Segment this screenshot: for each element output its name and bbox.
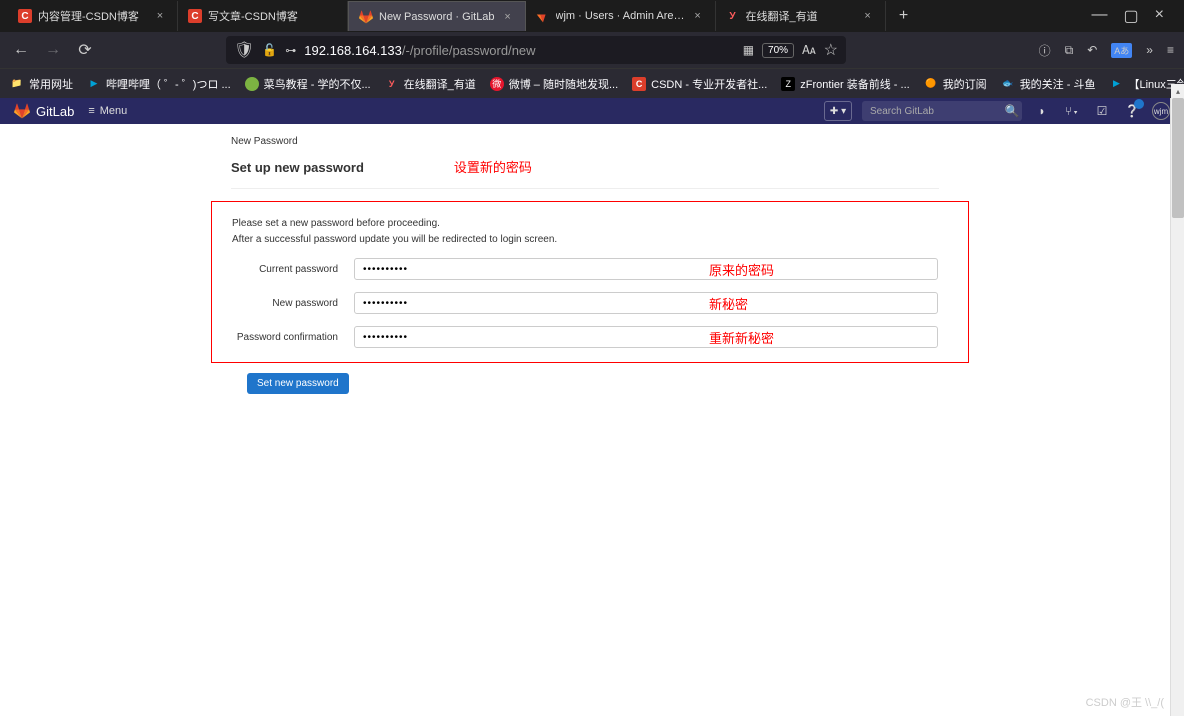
bookmark-star-icon[interactable]: ☆ bbox=[824, 40, 838, 60]
new-password-input[interactable] bbox=[354, 292, 938, 314]
browser-tab-active[interactable]: New Password · GitLab × bbox=[348, 1, 526, 31]
favicon-csdn: C bbox=[18, 9, 32, 23]
zoom-level[interactable]: 70% bbox=[762, 43, 794, 58]
bookmark-item[interactable]: 🟠我的订阅 bbox=[924, 76, 987, 92]
app-menu-icon[interactable]: ≡ bbox=[1167, 43, 1174, 57]
extension-icon[interactable]: ⧉ bbox=[1065, 43, 1074, 58]
maximize-button[interactable]: ▢ bbox=[1124, 6, 1139, 26]
tab-strip: C 内容管理-CSDN博客 × C 写文章-CSDN博客 New Passwor… bbox=[0, 0, 1184, 32]
close-icon[interactable]: × bbox=[153, 10, 167, 22]
new-password-label: New password bbox=[232, 298, 354, 309]
favicon-gitlab bbox=[359, 10, 373, 24]
current-password-label: Current password bbox=[232, 264, 354, 275]
back-button[interactable]: ← bbox=[10, 39, 32, 61]
bookmarks-bar: 📁常用网址 ▶哔哩哔哩（ ゜- ゜)つロ ... 菜鸟教程 - 学的不仅... … bbox=[0, 68, 1184, 98]
favicon-gitlab bbox=[536, 9, 550, 23]
new-tab-button[interactable]: + bbox=[892, 4, 916, 28]
bookmark-item[interactable]: 📁常用网址 bbox=[10, 76, 73, 92]
annotation-title: 设置新的密码 bbox=[454, 157, 532, 176]
new-dropdown-button[interactable]: ✚ ▾ bbox=[824, 101, 852, 121]
help-icon[interactable]: ❔ bbox=[1122, 101, 1142, 121]
forward-button[interactable]: → bbox=[42, 39, 64, 61]
browser-tab[interactable]: C 写文章-CSDN博客 bbox=[178, 1, 348, 31]
window-controls: — ▢ × bbox=[1092, 6, 1176, 26]
browser-tab[interactable]: wjm · Users · Admin Area · GitLab × bbox=[526, 1, 716, 31]
bookmark-item[interactable]: 菜鸟教程 - 学的不仅... bbox=[245, 76, 371, 92]
search-icon[interactable]: 🔍 bbox=[1002, 101, 1022, 121]
translate-icon[interactable]: 🗛 bbox=[802, 43, 816, 58]
key-icon[interactable]: ⊶ bbox=[285, 44, 296, 57]
breadcrumb: New Password bbox=[231, 124, 939, 157]
qr-icon[interactable]: ▦ bbox=[743, 43, 754, 57]
close-icon[interactable]: × bbox=[691, 10, 705, 22]
overflow-icon[interactable]: » bbox=[1146, 43, 1153, 57]
translate-ext-icon[interactable]: Aあ bbox=[1111, 43, 1132, 58]
insecure-icon[interactable]: 🔓 bbox=[262, 43, 277, 57]
password-form-highlight: Please set a new password before proceed… bbox=[211, 201, 969, 363]
watermark: CSDN @王 \\_/( bbox=[1086, 694, 1164, 710]
bookmark-item[interactable]: CCSDN - 专业开发者社... bbox=[632, 76, 767, 92]
close-window-button[interactable]: × bbox=[1155, 6, 1164, 26]
set-new-password-button[interactable]: Set new password bbox=[247, 373, 349, 394]
scrollbar-thumb[interactable] bbox=[1172, 98, 1184, 218]
merge-requests-icon[interactable]: ⑂▾ bbox=[1062, 101, 1082, 121]
address-bar[interactable]: 🛡 🔓 ⊶ 192.168.164.133/-/profile/password… bbox=[226, 36, 846, 64]
favicon-csdn: C bbox=[188, 9, 202, 23]
todos-icon[interactable]: ☑ bbox=[1092, 101, 1112, 121]
undo-icon[interactable]: ↶ bbox=[1087, 43, 1097, 57]
gitlab-navbar: GitLab ≡ Menu ✚ ▾ 🔍 ◗ ⑂▾ ☑ ❔ wjm bbox=[0, 98, 1184, 124]
reload-button[interactable]: ⟳ bbox=[74, 39, 96, 61]
current-password-input[interactable] bbox=[354, 258, 938, 280]
form-note: Please set a new password before proceed… bbox=[232, 216, 968, 248]
scrollbar[interactable]: ▴ bbox=[1170, 98, 1184, 716]
bookmark-item[interactable]: ZzFrontier 装备前线 - ... bbox=[781, 76, 909, 92]
user-avatar[interactable]: wjm bbox=[1152, 102, 1170, 120]
bookmark-item[interactable]: У在线翻译_有道 bbox=[385, 76, 476, 92]
bookmark-item[interactable]: ▶哔哩哔哩（ ゜- ゜)つロ ... bbox=[87, 76, 231, 92]
confirm-password-label: Password confirmation bbox=[232, 332, 354, 343]
close-icon[interactable]: × bbox=[861, 10, 875, 22]
bookmark-item[interactable]: 🐟我的关注 - 斗鱼 bbox=[1001, 76, 1096, 92]
bookmark-item[interactable]: 微微博 – 随时随地发现... bbox=[490, 76, 618, 92]
close-icon[interactable]: × bbox=[501, 11, 515, 23]
shield-icon[interactable]: 🛡 bbox=[234, 40, 254, 60]
gitlab-logo[interactable]: GitLab bbox=[14, 103, 74, 119]
scroll-up-icon[interactable]: ▴ bbox=[1171, 84, 1184, 98]
browser-tab[interactable]: У 在线翻译_有道 × bbox=[716, 1, 886, 31]
favicon-youdao: У bbox=[726, 9, 740, 23]
minimize-button[interactable]: — bbox=[1092, 6, 1108, 26]
page-title: Set up new password bbox=[231, 160, 364, 175]
gitlab-menu-button[interactable]: ≡ Menu bbox=[88, 105, 127, 117]
info-icon[interactable]: ⓘ bbox=[1039, 42, 1051, 59]
url-text: 192.168.164.133/-/profile/password/new bbox=[304, 43, 734, 58]
browser-toolbar: ← → ⟳ 🛡 🔓 ⊶ 192.168.164.133/-/profile/pa… bbox=[0, 32, 1184, 68]
hamburger-icon: ≡ bbox=[88, 105, 94, 117]
browser-tab[interactable]: C 内容管理-CSDN博客 × bbox=[8, 1, 178, 31]
issues-icon[interactable]: ◗ bbox=[1032, 101, 1052, 121]
gitlab-search-input[interactable] bbox=[862, 101, 1022, 121]
confirm-password-input[interactable] bbox=[354, 326, 938, 348]
